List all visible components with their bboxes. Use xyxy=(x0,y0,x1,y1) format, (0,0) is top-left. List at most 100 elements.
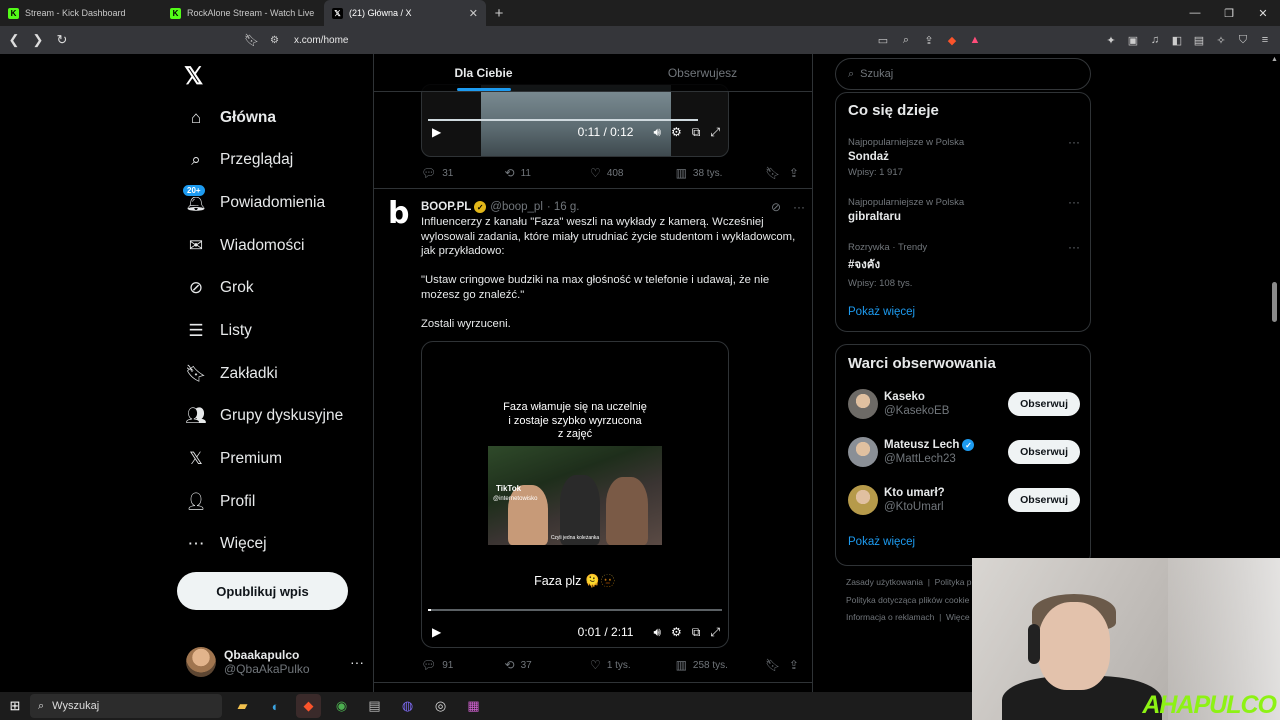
account-switcher[interactable]: Qbaakapulco @QbaAkaPulko ··· xyxy=(186,642,364,682)
scrollbar-thumb[interactable] xyxy=(1272,282,1277,322)
video-progress-bar[interactable] xyxy=(428,609,722,611)
volume-icon[interactable]: 🔊︎ xyxy=(653,625,661,640)
brave-shields-icon[interactable]: ◆ xyxy=(945,34,959,47)
nav-bookmarks[interactable]: 🔖︎ Zakładki xyxy=(185,359,278,389)
footer-link[interactable]: Więce xyxy=(946,612,970,622)
nav-explore[interactable]: ⌕ Przeglądaj xyxy=(186,145,293,175)
share-icon[interactable]: ⇪ xyxy=(922,34,936,47)
search-input[interactable]: ⌕ Szukaj xyxy=(835,58,1091,90)
grok-icon[interactable]: ⊘ xyxy=(771,200,781,214)
trend-item[interactable]: Rozrywka · Trendy #จงคัง Wpisy: 108 tys.… xyxy=(848,240,1080,289)
reload-icon[interactable]: ↻ xyxy=(52,26,72,54)
obs-icon[interactable]: ◎ xyxy=(428,694,453,718)
show-more-link[interactable]: Pokaż więcej xyxy=(848,536,915,548)
chrome-icon[interactable]: ◉ xyxy=(329,694,354,718)
fullscreen-icon[interactable]: ⤢ xyxy=(710,125,720,140)
share-button[interactable]: ⇪ xyxy=(789,166,805,180)
app-icon[interactable]: ▦ xyxy=(461,694,486,718)
reply-button[interactable]: 💬︎ 91 xyxy=(421,658,505,672)
settings-icon[interactable]: ⚙ xyxy=(671,125,682,139)
menu-icon[interactable]: ≡ xyxy=(1258,34,1272,46)
bookmark-page-icon[interactable]: 🔖︎ xyxy=(244,33,262,47)
forward-icon[interactable]: ❯ xyxy=(28,26,48,54)
more-icon[interactable]: ··· xyxy=(1068,195,1080,209)
more-icon[interactable]: ··· xyxy=(1068,135,1080,149)
video-player[interactable]: Faza włamuje się na uczelnię i zostaje sz… xyxy=(421,341,729,648)
video-player[interactable]: ▶ 0:11 / 0:12 🔊︎ ⚙ ⧉ ⤢ xyxy=(421,84,729,157)
trend-item[interactable]: Najpopularniejsze w Polska Sondaż Wpisy:… xyxy=(848,135,1080,178)
minimize-icon[interactable]: — xyxy=(1178,0,1212,26)
zoom-icon[interactable]: ⌕ xyxy=(899,34,913,47)
repost-button[interactable]: ⟲ 37 xyxy=(505,658,591,672)
brave-rewards-icon[interactable]: ▲ xyxy=(968,34,982,46)
music-icon[interactable]: ♫ xyxy=(1148,34,1162,46)
follow-suggestion[interactable]: Kaseko @KasekoEB Obserwuj xyxy=(848,388,1080,420)
views-button[interactable]: ▥ 38 tys. xyxy=(676,166,766,180)
windows-start-icon[interactable]: ⊞ xyxy=(0,692,30,720)
nav-lists[interactable]: ☰ Listy xyxy=(186,316,252,346)
follow-suggestion[interactable]: Kto umarł? @KtoUmarl Obserwuj xyxy=(848,484,1080,516)
nav-premium[interactable]: 𝕏 Premium xyxy=(186,444,282,474)
reply-button[interactable]: 💬︎ 31 xyxy=(421,166,505,180)
close-icon[interactable]: ✕ xyxy=(469,7,478,20)
screenshot-icon[interactable]: ▣ xyxy=(1126,34,1140,47)
tab-following[interactable]: Obserwujesz xyxy=(593,54,812,91)
more-icon[interactable]: ··· xyxy=(1068,240,1080,254)
video-progress-bar[interactable] xyxy=(428,119,699,121)
follow-button[interactable]: Obserwuj xyxy=(1008,440,1080,464)
back-icon[interactable]: ❮ xyxy=(4,26,24,54)
scroll-up-icon[interactable]: ▲ xyxy=(1271,56,1278,63)
extensions-icon[interactable]: ✦ xyxy=(1104,34,1118,47)
close-window-icon[interactable]: ✕ xyxy=(1246,0,1280,26)
follow-suggestion[interactable]: Mateusz Lech ✓ @MattLech23 Obserwuj xyxy=(848,436,1080,468)
settings-icon[interactable]: ⚙ xyxy=(671,625,682,639)
new-tab-button[interactable]: + xyxy=(486,0,512,26)
file-explorer-icon[interactable]: ▰ xyxy=(230,694,255,718)
volume-icon[interactable]: 🔊︎ xyxy=(653,125,661,140)
footer-link[interactable]: Polityka p xyxy=(935,577,972,587)
post-time[interactable]: · 16 g. xyxy=(547,201,580,213)
site-info-icon[interactable]: ⚙︎ xyxy=(270,35,290,46)
pip-icon[interactable]: ⧉ xyxy=(692,125,701,140)
tab-for-you[interactable]: Dla Ciebie xyxy=(374,54,593,91)
restore-icon[interactable]: ❐ xyxy=(1212,0,1246,26)
x-logo-icon[interactable]: 𝕏 xyxy=(184,62,203,91)
more-icon[interactable]: ··· xyxy=(350,654,364,670)
avatar[interactable]: b xyxy=(388,199,414,229)
wallet-icon[interactable]: ▤ xyxy=(1192,34,1206,47)
browser-tab-kick-dashboard[interactable]: K Stream - Kick Dashboard xyxy=(0,0,162,26)
share-button[interactable]: ⇪ xyxy=(789,658,805,672)
vpn-icon[interactable]: ⛉ xyxy=(1236,34,1250,47)
trend-item[interactable]: Najpopularniejsze w Polska gibraltaru ··… xyxy=(848,195,1080,223)
author-name[interactable]: BOOP.PL xyxy=(421,201,471,213)
leo-ai-icon[interactable]: ✧ xyxy=(1214,34,1228,47)
nav-notifications[interactable]: 🔔︎ 20+ Powiadomienia xyxy=(182,184,325,218)
browser-tab-rockalone[interactable]: K RockAlone Stream - Watch Live on Kick xyxy=(162,0,324,26)
like-button[interactable]: ♡ 408 xyxy=(590,166,676,180)
nav-grok[interactable]: ⊘ Grok xyxy=(186,273,254,303)
post-button[interactable]: Opublikuj wpis xyxy=(177,572,348,610)
nav-more[interactable]: ⋯ Więcej xyxy=(186,529,267,559)
browser-tab-x-home[interactable]: 𝕏 (21) Główna / X ✕ xyxy=(324,0,486,26)
discord-icon[interactable]: ◍ xyxy=(395,694,420,718)
edge-icon[interactable]: ◐ xyxy=(263,694,288,718)
brave-icon[interactable]: ◆ xyxy=(296,694,321,718)
footer-link[interactable]: Informacja o reklamach xyxy=(846,612,934,622)
like-button[interactable]: ♡ 1 tys. xyxy=(590,658,676,672)
fullscreen-icon[interactable]: ⤢ xyxy=(710,625,720,640)
follow-button[interactable]: Obserwuj xyxy=(1008,392,1080,416)
views-button[interactable]: ▥ 258 tys. xyxy=(676,658,766,672)
nav-home[interactable]: ⌂ Główna xyxy=(186,103,276,133)
bookmark-button[interactable]: 🔖︎ xyxy=(765,658,789,672)
more-icon[interactable]: ··· xyxy=(793,200,805,214)
nav-profile[interactable]: 👤︎ Profil xyxy=(185,487,255,517)
play-icon[interactable]: ▶ xyxy=(432,125,441,139)
author-handle[interactable]: @boop_pl xyxy=(490,201,543,213)
nav-messages[interactable]: ✉ Wiadomości xyxy=(186,231,305,261)
sidebar-icon[interactable]: ◧ xyxy=(1170,34,1184,47)
taskbar-search[interactable]: ⌕ Wyszukaj xyxy=(30,694,222,718)
footer-link[interactable]: Zasady użytkowania xyxy=(846,577,923,587)
follow-button[interactable]: Obserwuj xyxy=(1008,488,1080,512)
pip-icon[interactable]: ⧉ xyxy=(692,625,701,640)
repost-button[interactable]: ⟲ 11 xyxy=(505,166,591,180)
